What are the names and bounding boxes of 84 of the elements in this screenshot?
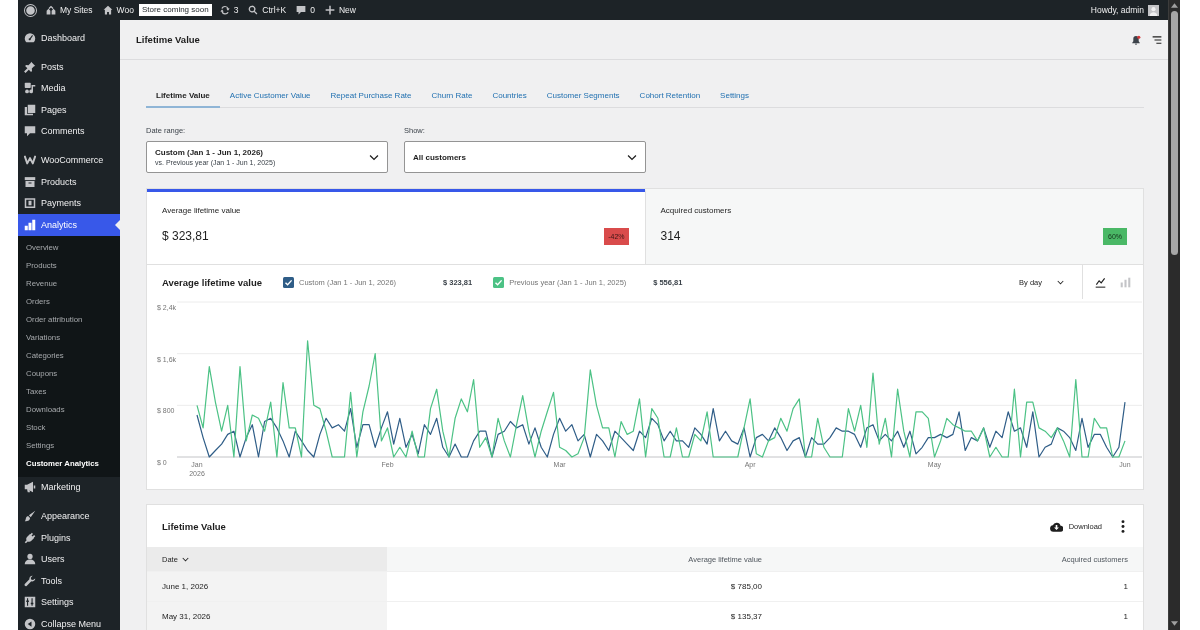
admin-bar-item[interactable]: My Sites [41,0,98,20]
table-cell: $ 135,37 [387,601,777,630]
admin-bar-item[interactable]: 3 [214,0,244,20]
avatar-icon [1148,4,1159,16]
tab[interactable]: Churn Rate [421,85,483,108]
round-logo-icon[interactable] [24,3,37,17]
pushpin-icon [24,60,36,73]
sidebar-item[interactable]: Collapse Menu [18,613,120,630]
page-title: Lifetime Value [136,34,200,45]
sidebar-item[interactable]: Posts [18,56,120,78]
refresh-icon [219,5,230,15]
store-status-badge[interactable]: Store coming soon [138,4,212,16]
admin-bar-item[interactable]: New [319,0,361,20]
card-label: Acquired customers [660,206,732,216]
archive-box-icon [24,175,36,188]
wrench-icon [24,574,36,587]
sidebar-item[interactable]: WooCommerce [18,149,120,171]
chevron-down-icon [627,153,637,161]
sidebar-item[interactable]: Plugins [18,527,120,549]
sidebar-item[interactable]: Comments [18,120,120,142]
table-cell: 1 [777,571,1143,601]
megaphone-icon [24,481,36,494]
chevron-down-icon [1057,279,1064,285]
sidebar-item[interactable]: Dashboard [18,27,120,49]
plug-icon [24,531,36,544]
more-options-icon[interactable] [1121,519,1125,533]
card-label: Average lifetime value [162,206,241,216]
tab[interactable]: Repeat Purchase Rate [320,85,422,108]
sidebar-item[interactable]: Users [18,548,120,570]
tab[interactable]: Lifetime Value [146,85,220,108]
arrow-up-icon[interactable] [1171,3,1178,8]
tab[interactable]: Countries [482,85,537,108]
search-icon [248,5,259,15]
sidebar-item[interactable]: Appearance [18,505,120,527]
sidebar-item[interactable]: Payments [18,192,120,214]
houses-icon [46,5,56,15]
dropdown-field[interactable]: All customers [404,141,646,173]
sidebar-item[interactable]: Marketing [18,476,120,498]
zigzag-icon [24,154,36,167]
sidebar-item[interactable]: Settings [18,591,120,613]
list-icon[interactable] [1152,34,1162,45]
chevron-down-icon [369,153,379,161]
legend-checkbox[interactable] [283,276,294,288]
admin-bar-item[interactable]: Ctrl+K [243,0,292,20]
media-icon [24,82,36,95]
bar-chart-icon [24,218,36,231]
tab[interactable]: Cohort Retention [629,85,711,108]
paintbrush-icon [24,510,36,523]
pages-icon [24,103,36,116]
table-cell: 1 [777,601,1143,630]
table-cell: $ 785,00 [387,571,777,601]
collapse-arrow-icon [24,617,36,630]
table-title: Lifetime Value [162,520,226,532]
scrollbar[interactable] [1169,0,1180,630]
tab[interactable]: Customer Segments [536,85,630,108]
table-cell: June 1, 2026 [147,571,387,601]
bell-icon[interactable] [1131,34,1141,45]
cloud-download-icon [1049,520,1063,532]
card-value: $ 323,81 [162,229,209,243]
line-chart-icon[interactable] [1095,276,1106,288]
chevron-down-icon [181,556,189,562]
sidebar-item[interactable]: Products [18,171,120,193]
sidebar-item[interactable]: Tools [18,570,120,592]
admin-bar-item[interactable]: Woo [97,0,139,20]
sliders-icon [24,596,36,609]
sidebar-item[interactable]: Media [18,77,120,99]
plus-icon [324,5,335,15]
gauge-icon [24,31,36,44]
sidebar-item[interactable]: Analytics [18,214,120,236]
card-value: 314 [660,229,681,243]
table-cell: May 31, 2026 [147,601,387,630]
user-icon [24,553,36,566]
speech-bubble-icon [296,5,307,15]
speech-bubble-icon [24,125,36,138]
sidebar-item[interactable]: Pages [18,99,120,121]
home-icon [102,5,113,15]
account-menu[interactable]: Howdy, admin [1085,0,1164,20]
tab[interactable]: Settings [710,85,759,108]
arrow-down-icon[interactable] [1171,621,1178,626]
chart-title: Average lifetime value [162,276,262,288]
tab[interactable]: Active Customer Value [219,85,321,108]
scroll-thumb[interactable] [1171,11,1178,255]
admin-bar-item[interactable]: 0 [291,0,320,20]
legend-checkbox[interactable] [493,276,505,288]
